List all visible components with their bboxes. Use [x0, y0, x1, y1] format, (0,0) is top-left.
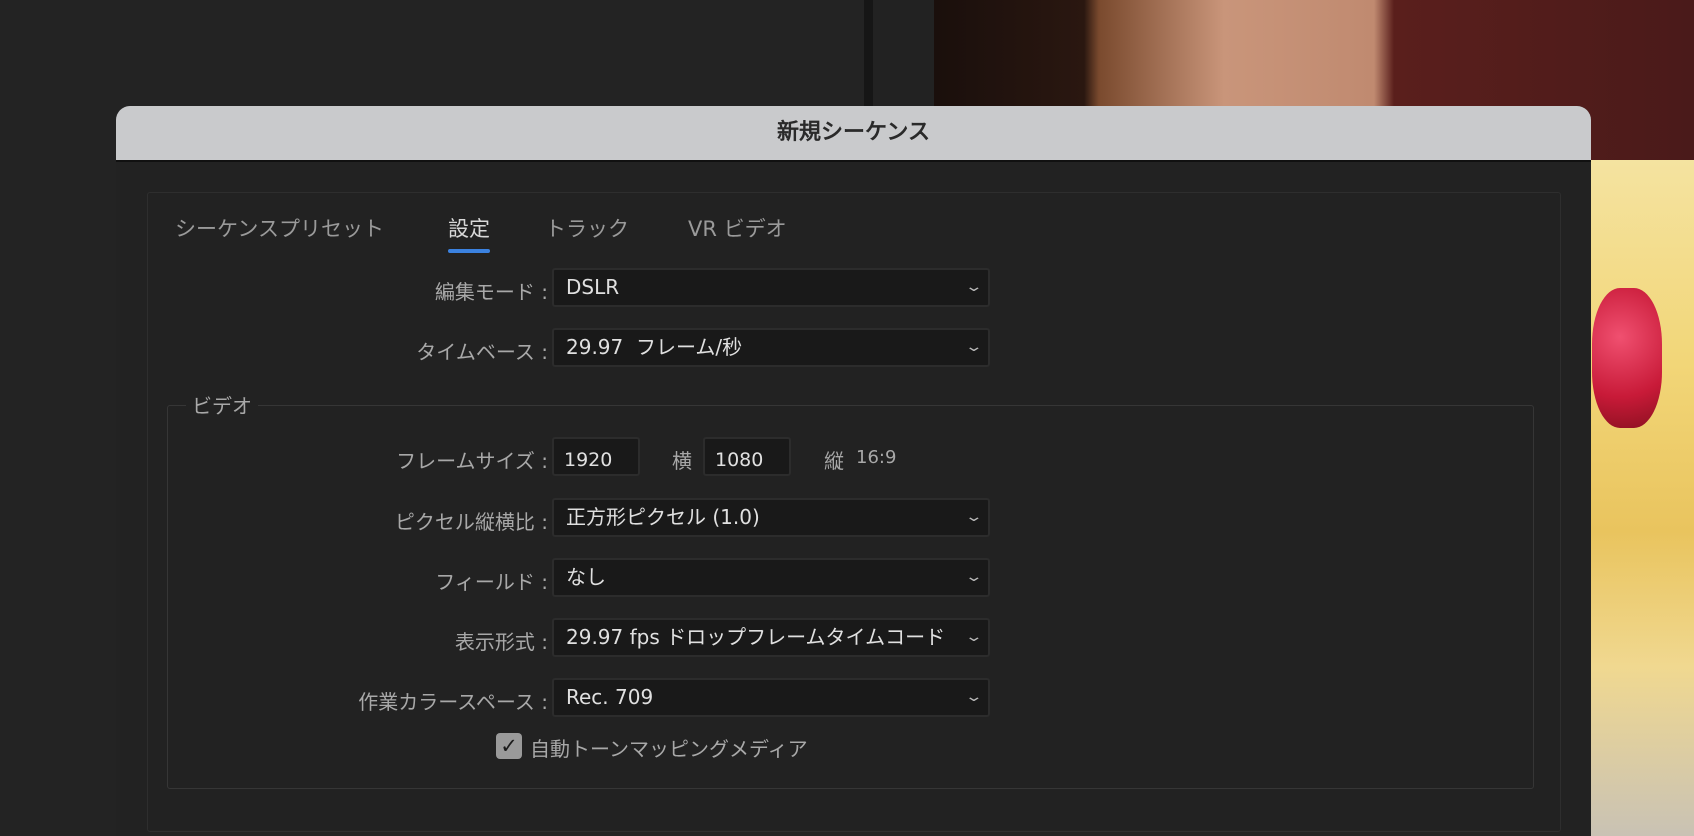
- pixel-aspect-label: ピクセル縦横比 :: [394, 510, 548, 534]
- chevron-down-icon: ⌄: [964, 620, 984, 655]
- fields-value: なし: [566, 565, 606, 589]
- pixel-aspect-row: ピクセル縦横比 : 正方形ピクセル (1.0) ⌄: [148, 498, 1048, 538]
- edit-mode-label: 編集モード :: [434, 280, 548, 304]
- tab-tracks[interactable]: トラック: [545, 213, 629, 243]
- display-format-select[interactable]: 29.97 fps ドロップフレームタイムコード ⌄: [552, 618, 990, 657]
- edit-mode-row: 編集モード : DSLR ⌄: [148, 268, 1048, 308]
- frame-height-input[interactable]: 1080: [703, 437, 791, 476]
- timebase-value: 29.97 フレーム/秒: [566, 335, 743, 359]
- display-format-row: 表示形式 : 29.97 fps ドロップフレームタイムコード ⌄: [148, 618, 1048, 658]
- tab-vr-video[interactable]: VR ビデオ: [688, 213, 787, 243]
- chevron-down-icon: ⌄: [964, 689, 984, 705]
- edit-mode-value: DSLR: [566, 275, 620, 299]
- checkmark-icon: ✓: [500, 734, 518, 758]
- display-format-label: 表示形式 :: [454, 630, 548, 654]
- fields-select[interactable]: なし ⌄: [552, 558, 990, 597]
- preview-image-cherry: [1592, 288, 1662, 428]
- auto-tone-map-label[interactable]: 自動トーンマッピングメディア: [530, 733, 808, 762]
- pixel-aspect-value: 正方形ピクセル (1.0): [566, 505, 760, 529]
- chevron-down-icon: ⌄: [964, 569, 984, 585]
- color-space-row: 作業カラースペース : Rec. 709 ⌄: [148, 678, 1048, 718]
- display-format-value: 29.97 fps ドロップフレームタイムコード: [566, 625, 946, 649]
- fields-row: フィールド : なし ⌄: [148, 558, 1048, 598]
- auto-tone-map-row: ✓ 自動トーンマッピングメディア: [148, 733, 1048, 773]
- settings-panel: シーケンスプリセット 設定 トラック VR ビデオ 編集モード : DSLR ⌄ …: [147, 192, 1561, 832]
- new-sequence-dialog: 新規シーケンス シーケンスプリセット 設定 トラック VR ビデオ 編集モード …: [116, 106, 1591, 836]
- color-space-value: Rec. 709: [566, 685, 654, 709]
- dialog-title: 新規シーケンス: [116, 106, 1591, 162]
- frame-height-unit: 縦: [824, 449, 844, 473]
- auto-tone-map-checkbox[interactable]: ✓: [496, 733, 522, 759]
- edit-mode-select[interactable]: DSLR ⌄: [552, 268, 990, 307]
- chevron-down-icon: ⌄: [964, 509, 984, 525]
- frame-size-row: フレームサイズ : 1920 横 1080 縦 16:9: [148, 437, 1048, 477]
- tab-settings[interactable]: 設定: [448, 213, 490, 253]
- frame-width-unit: 横: [672, 449, 692, 473]
- timebase-row: タイムベース : 29.97 フレーム/秒 ⌄: [148, 328, 1048, 368]
- tab-sequence-presets[interactable]: シーケンスプリセット: [175, 213, 384, 243]
- color-space-select[interactable]: Rec. 709 ⌄: [552, 678, 990, 717]
- timebase-select[interactable]: 29.97 フレーム/秒 ⌄: [552, 328, 990, 367]
- frame-size-label: フレームサイズ :: [396, 449, 548, 473]
- preview-image-icecream: [1591, 160, 1694, 836]
- video-group-legend: ビデオ: [186, 390, 258, 419]
- chevron-down-icon: ⌄: [964, 339, 984, 355]
- timebase-label: タイムベース :: [416, 340, 548, 364]
- color-space-label: 作業カラースペース :: [358, 690, 548, 714]
- aspect-ratio-readout: 16:9: [856, 447, 897, 468]
- pixel-aspect-select[interactable]: 正方形ピクセル (1.0) ⌄: [552, 498, 990, 537]
- fields-label: フィールド :: [435, 570, 548, 594]
- frame-width-input[interactable]: 1920: [552, 437, 640, 476]
- chevron-down-icon: ⌄: [964, 279, 984, 295]
